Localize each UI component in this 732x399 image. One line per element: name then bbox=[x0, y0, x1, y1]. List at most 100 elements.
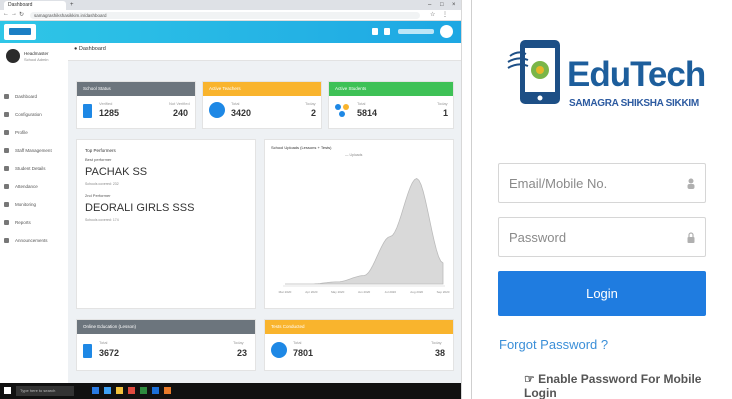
chart-title: School Uploads (Lessons + Tests) bbox=[271, 145, 332, 150]
sidebar-item-staff[interactable]: Staff Management bbox=[4, 147, 64, 155]
password-field[interactable] bbox=[498, 217, 706, 257]
menu-icon[interactable]: ⋮ bbox=[442, 11, 448, 18]
forward-icon[interactable]: → bbox=[11, 11, 17, 17]
sidebar-item-attendance[interactable]: Attendance bbox=[4, 183, 64, 191]
sidebar-item-monitoring[interactable]: Monitoring bbox=[4, 201, 64, 209]
stat-label: Total bbox=[231, 101, 240, 106]
report-icon bbox=[4, 220, 9, 226]
card-header: Active Students bbox=[329, 82, 453, 96]
school-icon bbox=[83, 104, 92, 118]
browser-tab[interactable]: Dashboard bbox=[4, 1, 66, 10]
sidebar-item-students[interactable]: Student Details bbox=[4, 165, 64, 173]
app-icon[interactable] bbox=[128, 387, 135, 394]
brand-subtitle: SAMAGRA SHIKSHA SIKKIM bbox=[569, 98, 699, 109]
taskbar-search[interactable]: Type here to search bbox=[16, 386, 74, 396]
back-icon[interactable]: ← bbox=[3, 11, 9, 17]
password-input[interactable] bbox=[509, 218, 684, 256]
lock-icon bbox=[687, 232, 695, 243]
email-input[interactable] bbox=[509, 164, 684, 202]
stat-value: 3672 bbox=[99, 348, 120, 358]
stat-label: Not Verified bbox=[169, 101, 190, 106]
active-teachers-card: Active Teachers Total 3420 Today 2 bbox=[202, 81, 322, 129]
x-tick-label: Aug 2020 bbox=[410, 290, 423, 294]
stat-label: Total bbox=[357, 101, 366, 106]
windows-taskbar: Type here to search bbox=[0, 383, 461, 399]
browser-tab-strip: Dashboard + – □ × bbox=[0, 0, 461, 10]
teacher-icon bbox=[209, 102, 225, 118]
bell-icon[interactable] bbox=[372, 28, 378, 35]
school-status-card: School Status Verified 1285 Not Verified… bbox=[76, 81, 196, 129]
tests-card: Tests Conducted Total 7801 Today 38 bbox=[264, 319, 454, 371]
second-performer-meta: Schools covered: 174 bbox=[85, 218, 119, 222]
close-icon[interactable]: × bbox=[452, 0, 456, 10]
user-icon bbox=[687, 178, 695, 189]
user-icon[interactable] bbox=[384, 28, 390, 35]
windows-start-icon[interactable] bbox=[4, 387, 11, 394]
card-header: Online Education (Lesson) bbox=[77, 320, 255, 334]
stat-label: Today bbox=[305, 101, 316, 106]
card-header: School Status bbox=[77, 82, 195, 96]
finger-point-icon: ☞ bbox=[524, 372, 539, 386]
star-icon[interactable]: ☆ bbox=[430, 11, 435, 18]
sidebar-user-name: Headmaster bbox=[24, 51, 49, 56]
page-title: ● Dashboard bbox=[74, 46, 106, 52]
sidebar-item-profile[interactable]: Profile bbox=[4, 129, 64, 137]
stat-label: Today bbox=[233, 340, 244, 345]
stat-label: Today bbox=[431, 340, 442, 345]
dashboard-screenshot: Dashboard + – □ × ← → ↻ samagrashikshasi… bbox=[0, 0, 462, 399]
stat-value: 1285 bbox=[99, 108, 120, 118]
sidebar-user-role: School Admin bbox=[24, 57, 49, 62]
edge-icon[interactable] bbox=[104, 387, 111, 394]
students-icon bbox=[335, 104, 351, 118]
active-students-card: Active Students Total 5814 Today 1 bbox=[328, 81, 454, 129]
reload-icon[interactable]: ↻ bbox=[19, 11, 24, 18]
calendar-icon bbox=[4, 184, 9, 190]
sidebar-item-reports[interactable]: Reports bbox=[4, 219, 64, 227]
address-row: ← → ↻ samagrashikshasikkim.in/dashboard … bbox=[0, 10, 461, 21]
chrome-icon[interactable] bbox=[164, 387, 171, 394]
x-tick-label: Mar 2020 bbox=[279, 290, 292, 294]
stat-value: 5814 bbox=[357, 108, 378, 118]
stat-value: 7801 bbox=[293, 348, 314, 358]
sidebar-item-dashboard[interactable]: Dashboard bbox=[4, 93, 64, 101]
sidebar-item-announcements[interactable]: Announcements bbox=[4, 237, 64, 245]
stat-label: Total bbox=[99, 340, 108, 345]
first-performer-label: Best performer bbox=[85, 157, 112, 162]
card-header: Tests Conducted bbox=[265, 320, 453, 334]
avatar[interactable] bbox=[440, 25, 453, 38]
stat-label: Total bbox=[293, 340, 302, 345]
maximize-icon[interactable]: □ bbox=[440, 0, 444, 10]
gear-icon bbox=[4, 112, 9, 118]
student-icon bbox=[4, 166, 9, 172]
login-button[interactable]: Login bbox=[498, 271, 706, 316]
stat-value: 23 bbox=[237, 348, 248, 358]
task-view-icon[interactable] bbox=[92, 387, 99, 394]
new-tab-icon[interactable]: + bbox=[70, 0, 74, 10]
address-bar[interactable]: samagrashikshasikkim.in/dashboard bbox=[30, 12, 420, 19]
enable-password-link[interactable]: ☞ Enable Password For Mobile Login bbox=[524, 372, 732, 399]
first-performer-school: PACHAK SS bbox=[85, 166, 148, 178]
app-icon[interactable] bbox=[152, 387, 159, 394]
stat-value: 38 bbox=[435, 348, 446, 358]
login-panel: EduTech SAMAGRA SHIKSHA SIKKIM Login For… bbox=[471, 0, 732, 399]
uploads-chart: Mar 2020 Apr 2020 May 2020 Jun 2020 Jul 2020… bbox=[279, 178, 450, 294]
users-icon bbox=[4, 148, 9, 154]
first-performer-meta: Schools covered: 232 bbox=[85, 182, 119, 186]
top-performers-title: Top Performers bbox=[85, 148, 116, 153]
topbar-username[interactable] bbox=[398, 29, 434, 34]
user-icon bbox=[4, 130, 9, 136]
breadcrumb: ● Dashboard bbox=[68, 43, 461, 61]
test-icon bbox=[271, 342, 287, 358]
sidebar-item-configuration[interactable]: Configuration bbox=[4, 111, 64, 119]
monitor-icon bbox=[4, 202, 9, 208]
second-performer-school: DEORALI GIRLS SSS bbox=[85, 202, 195, 214]
email-field[interactable] bbox=[498, 163, 706, 203]
minimize-icon[interactable]: – bbox=[428, 0, 431, 10]
mobile-icon bbox=[83, 344, 92, 358]
top-performers-card: Top Performers Best performer PACHAK SS … bbox=[76, 139, 256, 309]
stat-value: 3420 bbox=[231, 108, 252, 118]
profile-avatar bbox=[6, 49, 20, 63]
forgot-password-link[interactable]: Forgot Password ? bbox=[499, 337, 608, 352]
app-icon[interactable] bbox=[140, 387, 147, 394]
folder-icon[interactable] bbox=[116, 387, 123, 394]
